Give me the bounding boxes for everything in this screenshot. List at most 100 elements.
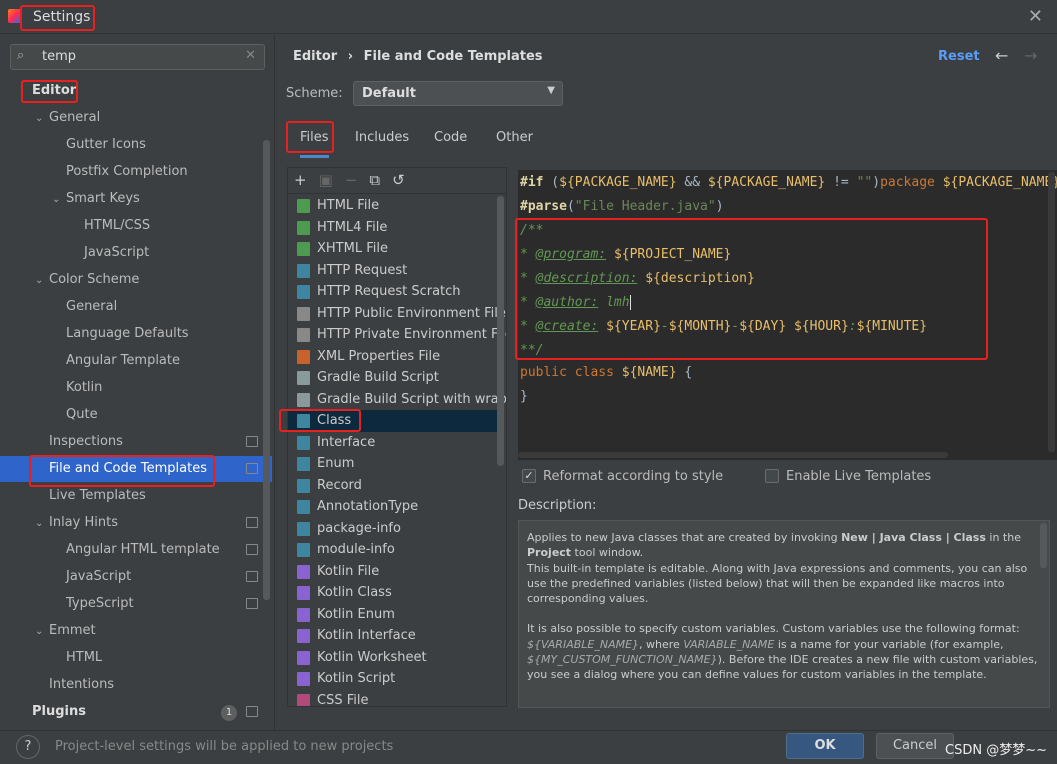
sidebar-item[interactable]: Kotlin — [52, 375, 102, 401]
template-item[interactable]: HTTP Private Environment File — [288, 324, 506, 346]
reformat-label[interactable]: Reformat according to style — [543, 469, 723, 484]
file-type-icon — [297, 629, 310, 643]
sidebar-item[interactable]: ⌄ General — [35, 105, 100, 131]
template-item[interactable]: Kotlin File — [288, 561, 498, 583]
file-type-icon — [297, 435, 310, 450]
chevron-down-icon[interactable]: ⌄ — [35, 106, 49, 132]
remove-icon[interactable]: − — [345, 171, 358, 189]
template-item[interactable]: AnnotationType — [288, 496, 498, 518]
template-item[interactable]: Gradle Build Script with wrapper — [288, 389, 506, 411]
editor-scrollbar[interactable] — [1048, 172, 1055, 452]
template-item[interactable]: Record — [288, 475, 498, 497]
template-label: HTTP Request Scratch — [317, 284, 461, 299]
sidebar-item[interactable]: Angular Template — [52, 348, 180, 374]
sidebar-item[interactable]: Language Defaults — [52, 321, 189, 347]
cancel-button[interactable]: Cancel — [876, 733, 954, 759]
template-label: module-info — [317, 542, 395, 557]
template-item[interactable]: Kotlin Enum — [288, 604, 498, 626]
template-item[interactable]: Enum — [288, 453, 498, 475]
code-line: } — [520, 389, 528, 404]
sidebar-item[interactable]: ⌄ Color Scheme — [35, 267, 139, 293]
template-item[interactable]: HTTP Public Environment File — [288, 303, 506, 325]
template-label: Record — [317, 477, 362, 493]
back-arrow-icon[interactable]: ← — [995, 46, 1008, 65]
template-item[interactable]: Interface — [288, 432, 498, 454]
sidebar-item[interactable]: Postfix Completion — [52, 159, 188, 185]
template-item[interactable]: Kotlin Interface — [288, 625, 498, 647]
reset-link[interactable]: Reset — [938, 49, 980, 64]
add-icon[interactable]: + — [294, 171, 307, 189]
template-item[interactable]: HTML4 File — [288, 217, 498, 239]
sidebar-item[interactable]: Inspections — [35, 429, 258, 455]
code-token: ${PACKAGE_NAME} — [559, 175, 677, 190]
template-item[interactable]: HTML File — [288, 195, 498, 217]
template-item[interactable]: module-info — [288, 539, 498, 561]
sidebar-item[interactable]: JavaScript — [70, 240, 149, 266]
list-scrollbar[interactable] — [497, 196, 504, 466]
sidebar-item[interactable]: ⌄ Inlay Hints — [35, 510, 258, 537]
template-item[interactable]: Gradle Build Script — [288, 367, 498, 389]
code-token: package — [880, 175, 943, 190]
sidebar-item[interactable]: ⌄ Emmet — [35, 618, 96, 644]
sidebar-item[interactable]: HTML/CSS — [70, 213, 150, 239]
sidebar-item[interactable]: General — [52, 294, 117, 320]
chevron-down-icon[interactable]: ⌄ — [35, 268, 49, 294]
tab-code[interactable]: Code — [434, 130, 467, 145]
project-scope-icon — [246, 463, 258, 474]
live-templates-checkbox[interactable] — [765, 469, 779, 483]
sidebar-item[interactable]: HTML — [52, 645, 102, 671]
sidebar-item[interactable]: Gutter Icons — [52, 132, 146, 158]
template-item[interactable]: package-info — [288, 518, 498, 540]
template-item[interactable]: Kotlin Class — [288, 582, 498, 604]
template-item[interactable]: HTTP Request — [288, 260, 498, 282]
template-toolbar: + ▣ − ⧉ ↺ — [288, 168, 506, 194]
sidebar-item[interactable]: Qute — [52, 402, 98, 428]
text: VARIABLE_NAME — [683, 637, 775, 651]
chevron-down-icon[interactable]: ⌄ — [52, 187, 66, 213]
project-scope-icon — [246, 517, 258, 528]
help-button[interactable]: ? — [16, 735, 40, 759]
close-icon[interactable]: ✕ — [1028, 6, 1043, 27]
sidebar-item-label: JavaScript — [66, 569, 132, 584]
file-type-icon — [297, 693, 310, 706]
annotation-box — [515, 218, 988, 360]
breadcrumb-separator: › — [347, 49, 354, 64]
tab-includes[interactable]: Includes — [355, 130, 409, 145]
template-item[interactable]: XML Properties File — [288, 346, 498, 368]
sidebar-item[interactable]: TypeScript — [52, 591, 258, 617]
template-item[interactable]: Kotlin Worksheet — [288, 647, 498, 669]
code-token: "File Header.java" — [574, 199, 716, 214]
description-scrollbar[interactable] — [1040, 523, 1047, 568]
text: ${VARIABLE_NAME} — [527, 637, 640, 651]
sidebar-item[interactable]: Angular HTML template — [52, 537, 258, 563]
scheme-dropdown[interactable]: Default ▼ — [353, 81, 563, 106]
template-item[interactable]: HTTP Request Scratch — [288, 281, 498, 303]
reformat-checkbox[interactable]: ✓ — [522, 469, 536, 483]
sidebar-scrollbar[interactable] — [263, 140, 270, 600]
tab-other[interactable]: Other — [496, 130, 533, 145]
editor-hscrollbar[interactable] — [518, 452, 948, 458]
add-child-icon[interactable]: ▣ — [319, 171, 333, 189]
template-item[interactable]: CSS File — [288, 690, 498, 706]
chevron-down-icon[interactable]: ⌄ — [35, 619, 49, 645]
chevron-down-icon[interactable]: ⌄ — [35, 511, 49, 537]
live-templates-label[interactable]: Enable Live Templates — [786, 469, 931, 484]
sidebar-item-label: Emmet — [49, 623, 96, 638]
reset-icon[interactable]: ↺ — [392, 171, 405, 189]
ok-button[interactable]: OK — [786, 733, 864, 759]
clear-search-icon[interactable]: ✕ — [245, 48, 256, 63]
file-type-icon — [297, 607, 310, 622]
sidebar-item[interactable]: JavaScript — [52, 564, 258, 590]
search-input[interactable]: ⌕ temp ✕ — [10, 44, 265, 70]
forward-arrow-icon[interactable]: → — [1024, 46, 1037, 65]
copy-icon[interactable]: ⧉ — [369, 171, 380, 189]
breadcrumb-root[interactable]: Editor — [293, 49, 337, 64]
sidebar-item[interactable]: Plugins 1 — [18, 699, 258, 725]
sidebar-item[interactable]: Intentions — [35, 672, 114, 698]
template-item[interactable]: XHTML File — [288, 238, 498, 260]
footer-note: Project-level settings will be applied t… — [55, 739, 394, 754]
file-type-icon — [297, 220, 310, 235]
sidebar-item-label: HTML/CSS — [84, 218, 151, 233]
template-item[interactable]: Kotlin Script — [288, 668, 498, 690]
sidebar-item[interactable]: ⌄ Smart Keys — [52, 186, 140, 212]
